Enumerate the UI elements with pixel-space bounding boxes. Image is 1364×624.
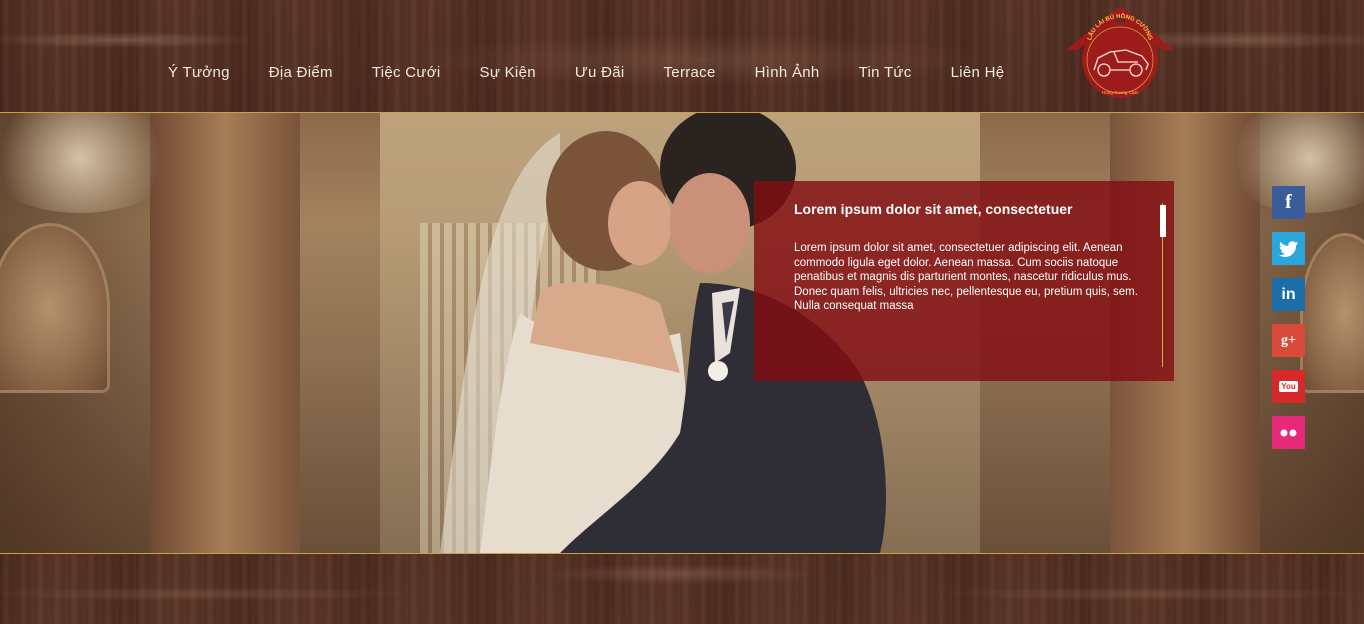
nav-item-lien-he[interactable]: Liên Hệ [951,64,1005,81]
hero-banner: Lorem ipsum dolor sit amet, consectetuer… [0,113,1364,553]
facebook-glyph: f [1285,191,1292,213]
youtube-glyph: You [1279,381,1298,392]
linkedin-icon[interactable]: in [1272,278,1305,311]
nav-item-hinh-anh[interactable]: Hình Ảnh [755,64,820,81]
nav-item-uu-dai[interactable]: Ưu Đãi [575,64,625,81]
twitter-icon[interactable] [1272,232,1305,265]
site-header: Ý Tưởng Địa Điểm Tiệc Cưới Sự Kiện Ưu Đã… [0,0,1364,112]
nav-item-su-kien[interactable]: Sự Kiện [480,64,536,81]
facebook-icon[interactable]: f [1272,186,1305,219]
nav-item-tiec-cuoi[interactable]: Tiệc Cưới [372,64,441,81]
panel-title: Lorem ipsum dolor sit amet, consectetuer [794,201,1073,217]
youtube-icon[interactable]: You [1272,370,1305,403]
flickr-icon[interactable] [1272,416,1305,449]
googleplus-icon[interactable]: g+ [1272,324,1305,357]
info-panel: Lorem ipsum dolor sit amet, consectetuer… [754,181,1174,381]
footer-background-photo [0,554,1364,624]
nav-item-tin-tuc[interactable]: Tin Tức [859,64,912,81]
linkedin-glyph: in [1281,285,1296,303]
footer-divider [0,553,1364,554]
social-links: f in g+ You [1272,186,1305,462]
main-nav: Ý Tưởng Địa Điểm Tiệc Cưới Sự Kiện Ưu Đã… [150,64,1043,81]
logo-emblem-icon: LÂU LÀI BÚ HỒNG CƯỜNG Hong Cuong Club [1066,6,1174,98]
nav-item-y-tuong[interactable]: Ý Tưởng [168,64,230,81]
twitter-bird-icon [1278,240,1298,257]
flickr-dots-icon [1280,429,1296,436]
googleplus-glyph: g+ [1281,332,1296,348]
nav-item-dia-diem[interactable]: Địa Điểm [269,64,333,81]
panel-scrollbar-thumb[interactable] [1160,205,1166,237]
site-logo[interactable]: LÂU LÀI BÚ HỒNG CƯỜNG Hong Cuong Club [1066,4,1174,104]
svg-text:Hong Cuong Club: Hong Cuong Club [1102,90,1138,95]
nav-item-terrace[interactable]: Terrace [664,64,716,81]
panel-body-text: Lorem ipsum dolor sit amet, consectetuer… [794,242,1138,312]
